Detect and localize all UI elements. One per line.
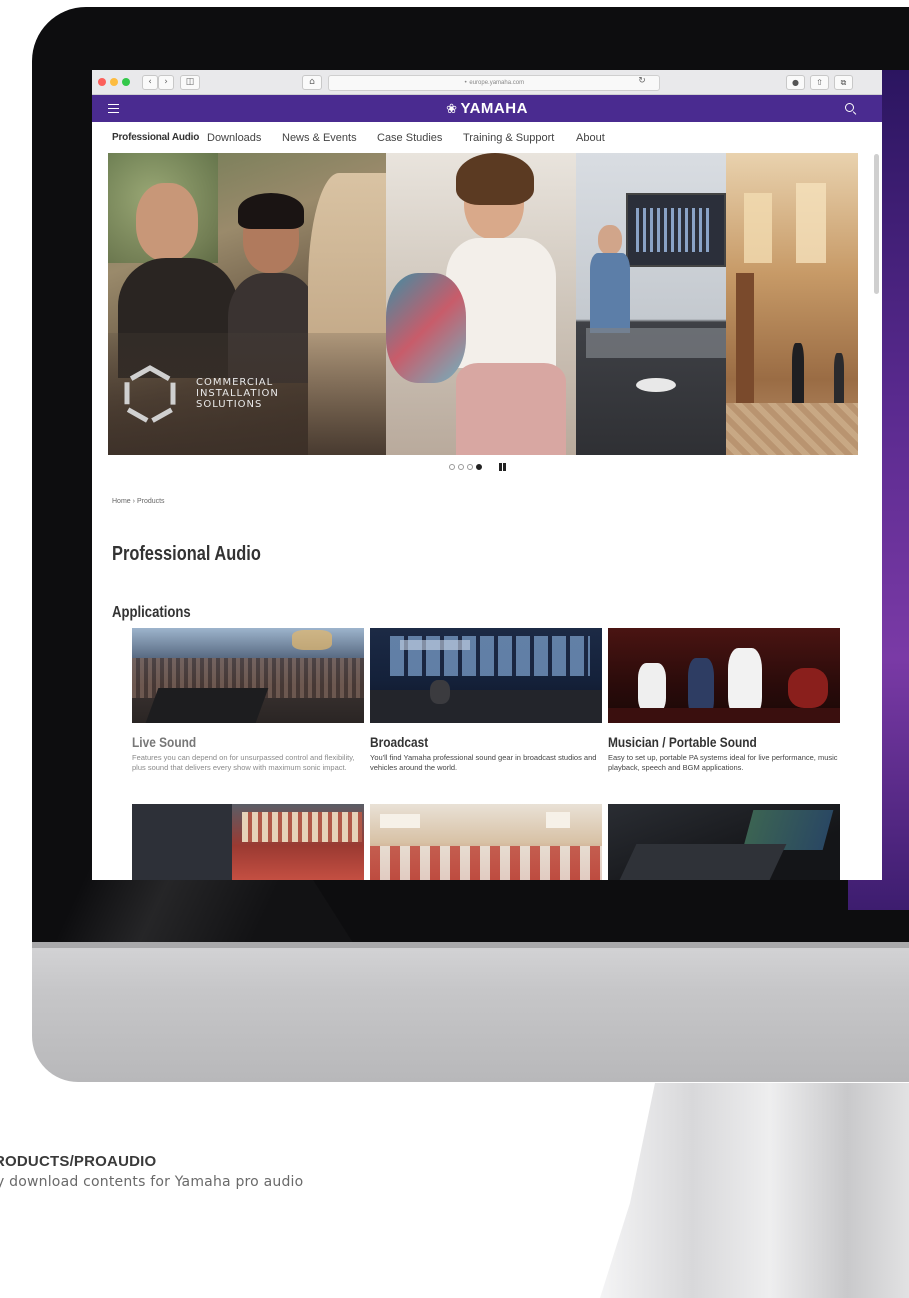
breadcrumb-separator-icon: ›	[132, 498, 135, 505]
downloads-icon[interactable]: ●	[786, 75, 805, 90]
card-image-restaurant[interactable]	[370, 804, 602, 880]
card-broadcast[interactable]: Broadcast You'll find Yamaha professiona…	[370, 628, 602, 772]
nav-about[interactable]: About	[576, 132, 605, 144]
caption-title: RODUCTS/PROAUDIO	[0, 1153, 157, 1170]
close-window-button[interactable]	[98, 78, 106, 86]
zoom-window-button[interactable]	[122, 78, 130, 86]
yamaha-logo[interactable]: ❀ YAMAHA	[92, 100, 882, 117]
monitor-chin-edge	[32, 942, 909, 948]
nav-case-studies[interactable]: Case Studies	[377, 132, 442, 144]
card-description: Features you can depend on for unsurpass…	[132, 753, 355, 772]
carousel-dot-1[interactable]	[449, 464, 455, 470]
page-title: Professional Audio	[112, 543, 261, 565]
hero-image-diners: COMMERCIAL INSTALLATION SOLUTIONS	[108, 153, 386, 455]
hero-caption: COMMERCIAL INSTALLATION SOLUTIONS	[196, 377, 279, 410]
address-bar-url: europe.yamaha.com	[469, 80, 525, 86]
card-image-live-sound[interactable]	[132, 628, 364, 723]
page-scrollbar[interactable]	[874, 154, 879, 294]
card-title[interactable]: Musician / Portable Sound	[608, 734, 757, 750]
caption-description: y download contents for Yamaha pro audio	[0, 1174, 304, 1190]
address-bar[interactable]: • europe.yamaha.com	[328, 75, 660, 91]
card-title[interactable]: Broadcast	[370, 734, 428, 750]
breadcrumb: Home › Products	[112, 498, 165, 505]
carousel-dot-4[interactable]	[476, 464, 482, 470]
card-image-console[interactable]	[608, 804, 840, 880]
minimize-window-button[interactable]	[110, 78, 118, 86]
card-description: Easy to set up, portable PA systems idea…	[608, 753, 838, 772]
tabs-icon[interactable]: ⧉	[834, 75, 853, 90]
home-icon[interactable]: ⌂	[302, 75, 322, 90]
logo-text: YAMAHA	[460, 100, 528, 117]
share-icon[interactable]: ⇧	[810, 75, 829, 90]
forward-arrow-icon[interactable]: ›	[158, 75, 174, 90]
tuning-fork-logo-icon: ❀	[446, 102, 458, 117]
hero-image-presenter	[576, 153, 726, 455]
card-image-musician[interactable]	[608, 628, 840, 723]
card-title[interactable]: Live Sound	[132, 734, 196, 750]
browser-window: ‹ › ◫ ⌂ • europe.yamaha.com ↻ ● ⇧ ⧉ ❀ YAM…	[92, 70, 882, 880]
card-live-sound[interactable]: Live Sound Features you can depend on fo…	[132, 628, 364, 772]
back-arrow-icon[interactable]: ‹	[142, 75, 158, 90]
carousel-dot-2[interactable]	[458, 464, 464, 470]
search-icon[interactable]	[845, 103, 854, 112]
monitor-stand	[600, 1083, 909, 1298]
monitor-chin	[32, 942, 909, 1082]
hero-image-lobby	[726, 153, 858, 455]
breadcrumb-home[interactable]: Home	[112, 498, 131, 505]
reload-icon[interactable]: ↻	[636, 75, 648, 88]
browser-toolbar: ‹ › ◫ ⌂ • europe.yamaha.com ↻ ● ⇧ ⧉	[92, 70, 882, 95]
card-image-installation[interactable]	[132, 804, 364, 880]
hexagon-logo-icon	[124, 365, 176, 425]
card-image-broadcast[interactable]	[370, 628, 602, 723]
carousel-dot-3[interactable]	[467, 464, 473, 470]
nav-professional-audio[interactable]: Professional Audio	[112, 132, 199, 143]
pause-icon[interactable]	[499, 463, 507, 471]
category-nav: Professional Audio Downloads News & Even…	[92, 122, 882, 152]
breadcrumb-current: Products	[136, 498, 165, 505]
card-musician-portable[interactable]: Musician / Portable Sound Easy to set up…	[608, 628, 840, 772]
card-description: You'll find Yamaha professional sound ge…	[370, 753, 597, 772]
site-header: ❀ YAMAHA	[92, 95, 882, 122]
nav-downloads[interactable]: Downloads	[207, 132, 261, 144]
nav-training-support[interactable]: Training & Support	[463, 132, 554, 144]
section-title: Applications	[112, 604, 191, 621]
hero-image-woman	[386, 153, 576, 455]
nav-news-events[interactable]: News & Events	[282, 132, 357, 144]
screenshot-caption: RODUCTS/PROAUDIO y download contents for…	[0, 1153, 600, 1190]
sidebar-icon[interactable]: ◫	[180, 75, 200, 90]
hero-banner[interactable]: COMMERCIAL INSTALLATION SOLUTIONS	[108, 153, 858, 455]
